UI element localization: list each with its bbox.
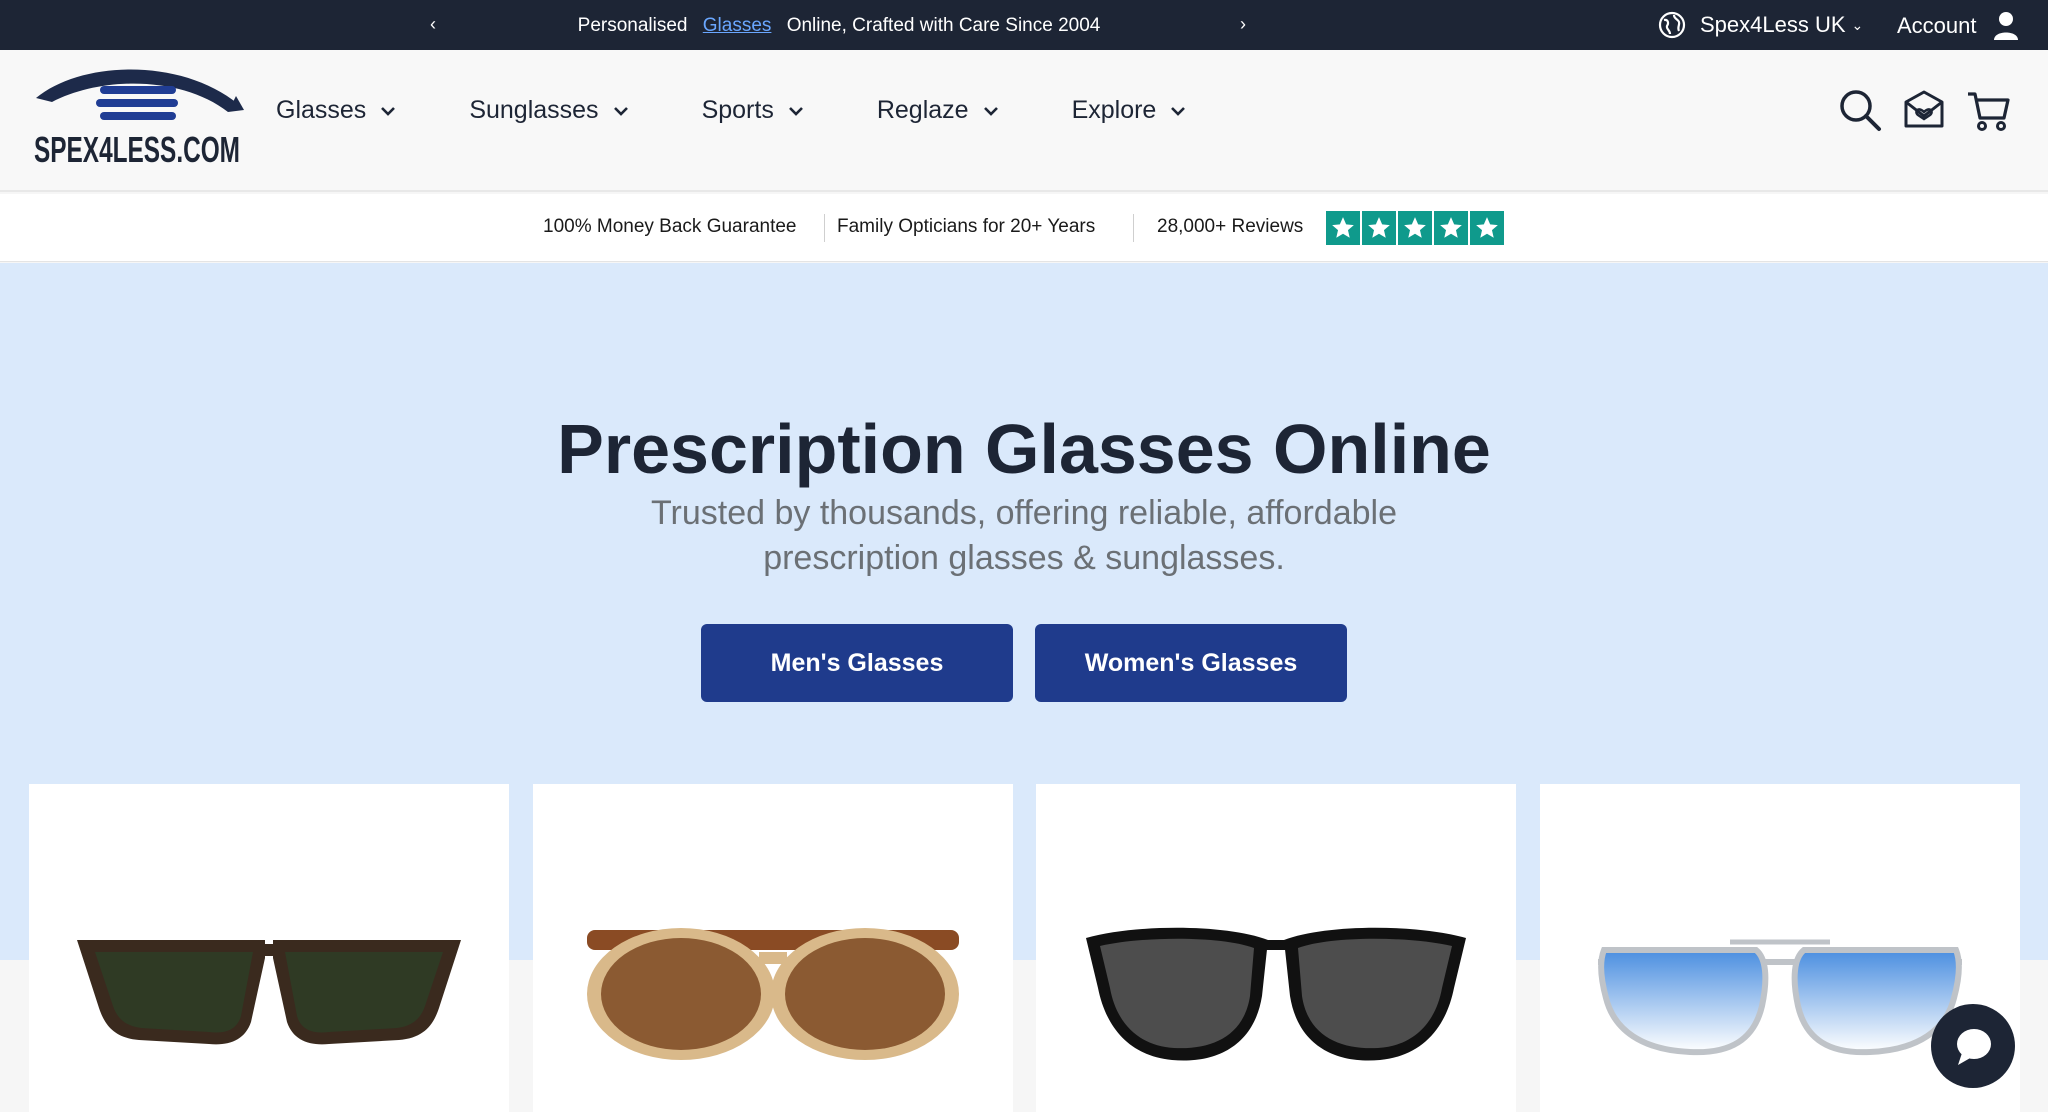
tortoise-wayfarer-sunglasses-image: [77, 940, 461, 1045]
announcement-bar: ‹ Personalised Glasses Online, Crafted w…: [0, 0, 2048, 50]
nav-explore[interactable]: Explore: [1072, 96, 1187, 125]
user-icon: [1993, 12, 2018, 40]
product-card[interactable]: [533, 784, 1013, 1112]
divider: [1133, 214, 1134, 242]
announcement-glasses-link[interactable]: Glasses: [703, 15, 772, 36]
star-icon: [1470, 211, 1504, 245]
guarantee-text: 100% Money Back Guarantee: [543, 216, 797, 237]
site-header: SPEX4LESS.COM Glasses Sunglasses Sports …: [0, 50, 2048, 192]
announcement-prefix: Personalised: [577, 15, 688, 36]
nav-reglaze[interactable]: Reglaze: [877, 96, 999, 125]
main-nav: Glasses Sunglasses Sports Reglaze Explor…: [276, 96, 1259, 125]
nav-reglaze-label: Reglaze: [876, 96, 969, 124]
nav-explore-label: Explore: [1071, 96, 1157, 124]
hero-subtitle-line: Trusted by thousands, offering reliable,…: [651, 494, 1397, 532]
silver-aviator-sunglasses-image: [1598, 939, 1962, 1056]
globe-icon: [1658, 11, 1686, 39]
star-rating[interactable]: [1326, 211, 1506, 245]
star-icon: [1326, 211, 1360, 245]
region-selector[interactable]: Spex4Less UK ⌄: [1658, 11, 1863, 39]
womens-glasses-button[interactable]: Women's Glasses: [1035, 624, 1347, 702]
product-card[interactable]: [29, 784, 509, 1112]
chevron-down-icon: [983, 106, 998, 116]
chat-bubble-icon: [1957, 1029, 1991, 1065]
chevron-down-icon: [788, 106, 803, 116]
chevron-down-icon: [381, 106, 396, 116]
page-title: Prescription Glasses Online: [557, 410, 1491, 488]
logo-text: SPEX4LESS.COM: [34, 129, 240, 166]
mail-heart-icon[interactable]: [1902, 88, 1946, 132]
nav-glasses-label: Glasses: [276, 96, 367, 124]
spex4less-logo[interactable]: SPEX4LESS.COM: [32, 66, 244, 166]
reviews-text[interactable]: 28,000+ Reviews: [1157, 216, 1303, 238]
region-label: Spex4Less UK: [1700, 12, 1846, 37]
announcement-next-arrow[interactable]: ›: [1240, 14, 1246, 35]
black-cateye-sunglasses-image: [1086, 927, 1466, 1061]
star-icon: [1434, 211, 1468, 245]
account-link[interactable]: Account: [1897, 11, 2019, 41]
opticians-text: Family Opticians for 20+ Years: [837, 216, 1096, 237]
star-icon: [1398, 211, 1432, 245]
round-brown-sunglasses-image: [587, 928, 959, 1060]
hero-subtitle-line: prescription glasses & sunglasses.: [763, 539, 1285, 577]
header-actions: [1838, 88, 2030, 132]
star-icon: [1362, 211, 1396, 245]
nav-sunglasses-label: Sunglasses: [469, 96, 599, 124]
hero-subtitle: Trusted by thousands, offering reliable,…: [0, 491, 2048, 581]
nav-sports[interactable]: Sports: [702, 96, 804, 125]
nav-sunglasses[interactable]: Sunglasses: [469, 96, 628, 125]
chat-launcher[interactable]: [1931, 1004, 2015, 1088]
product-card[interactable]: [1036, 784, 1516, 1112]
mens-glasses-button[interactable]: Men's Glasses: [701, 624, 1013, 702]
chevron-down-icon: [613, 106, 628, 116]
announcement-suffix: Online, Crafted with Care Since 2004: [786, 15, 1101, 36]
chevron-down-icon: [1171, 106, 1186, 116]
search-icon[interactable]: [1838, 88, 1882, 132]
cart-icon[interactable]: [1966, 88, 2010, 132]
trust-bar: 100% Money Back Guarantee Family Opticia…: [0, 194, 2048, 262]
account-label: Account: [1897, 13, 1977, 38]
nav-glasses[interactable]: Glasses: [276, 96, 396, 125]
chevron-down-icon: ⌄: [1851, 16, 1864, 33]
nav-sports-label: Sports: [701, 96, 774, 124]
divider: [824, 214, 825, 242]
